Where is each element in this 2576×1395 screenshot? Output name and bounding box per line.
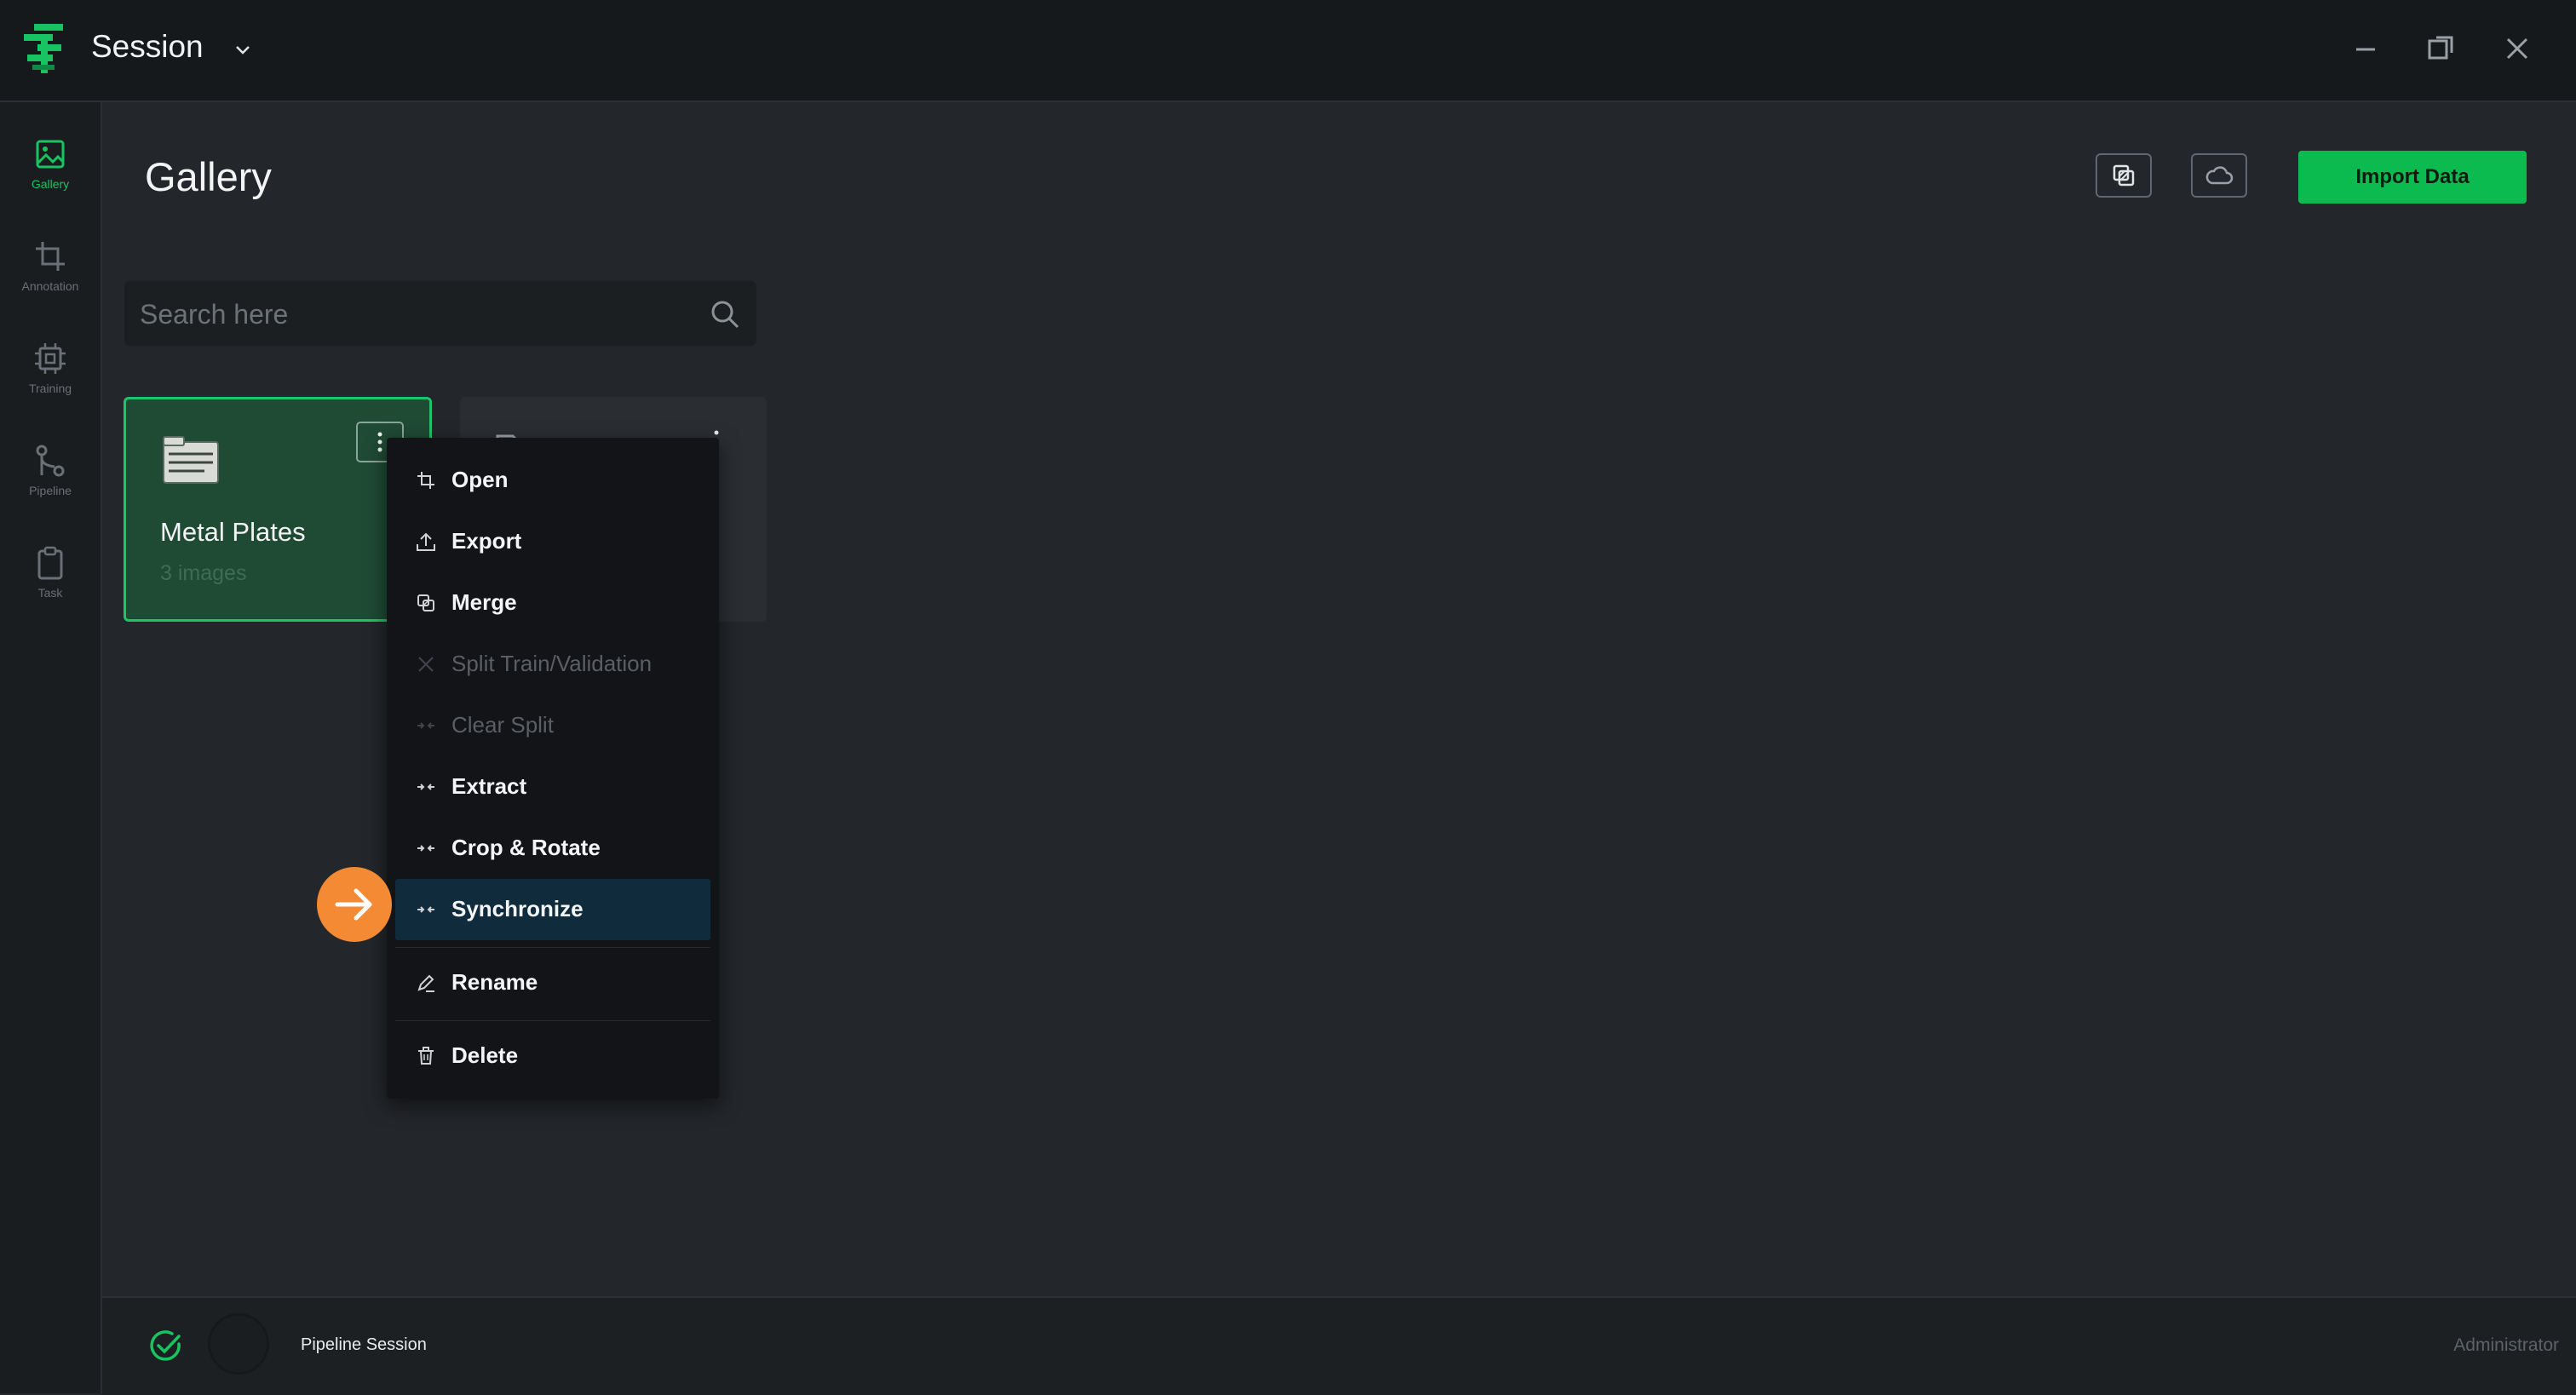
pointer-arrow-marker bbox=[317, 867, 392, 942]
arrow-right-icon bbox=[335, 888, 372, 921]
sidebar-item-label: Task bbox=[37, 586, 63, 600]
minimize-button[interactable] bbox=[2344, 27, 2387, 70]
progress-ring bbox=[208, 1313, 269, 1375]
menu-item-extract[interactable]: Extract bbox=[395, 756, 710, 818]
sidebar: Gallery Annotation Training Pipeline Tas… bbox=[0, 102, 102, 1393]
cloud-icon bbox=[2205, 166, 2234, 185]
user-role-label: Administrator bbox=[2453, 1335, 2559, 1355]
search-input[interactable] bbox=[138, 281, 687, 347]
sidebar-item-label: Annotation bbox=[21, 279, 79, 293]
more-vertical-icon bbox=[377, 432, 382, 452]
status-bar: Pipeline Session Administrator bbox=[102, 1296, 2576, 1395]
minimize-icon bbox=[2356, 48, 2375, 51]
sidebar-item-pipeline[interactable]: Pipeline bbox=[0, 419, 101, 513]
menu-item-label: Clear Split bbox=[451, 712, 554, 738]
merge-icon bbox=[2113, 164, 2135, 187]
compress-icon bbox=[417, 784, 434, 790]
menu-item-merge[interactable]: Merge bbox=[395, 572, 710, 634]
dataset-card[interactable]: Metal Plates 3 images bbox=[124, 397, 432, 622]
check-circle-icon bbox=[150, 1330, 181, 1361]
close-button[interactable] bbox=[2496, 27, 2539, 70]
menu-item-split-train-validation[interactable]: Split Train/Validation bbox=[395, 634, 710, 695]
sidebar-item-label: Gallery bbox=[31, 177, 70, 191]
title-bar: Session bbox=[0, 0, 2576, 102]
chevron-down-icon[interactable] bbox=[230, 37, 256, 63]
menu-item-label: Merge bbox=[451, 589, 517, 615]
menu-item-label: Rename bbox=[451, 969, 538, 995]
menu-item-label: Synchronize bbox=[451, 896, 584, 921]
sidebar-item-gallery[interactable]: Gallery bbox=[0, 112, 101, 206]
search-box bbox=[124, 281, 756, 347]
crop-icon bbox=[36, 242, 65, 271]
menu-item-label: Delete bbox=[451, 1042, 519, 1068]
sidebar-item-label: Training bbox=[28, 382, 72, 395]
split-icon bbox=[418, 657, 434, 672]
menu-divider bbox=[395, 1020, 710, 1021]
close-icon bbox=[2506, 37, 2528, 60]
sidebar-item-training[interactable]: Training bbox=[0, 317, 101, 410]
dataset-name: Metal Plates bbox=[160, 517, 306, 547]
dataset-image-count: 3 images bbox=[160, 561, 247, 585]
pipeline-session-label: Pipeline Session bbox=[301, 1335, 427, 1354]
cloud-button[interactable] bbox=[2191, 153, 2247, 198]
merge-icon bbox=[417, 594, 434, 611]
menu-item-label: Crop & Rotate bbox=[451, 835, 601, 860]
compress-icon bbox=[417, 845, 434, 852]
upload-icon bbox=[417, 532, 435, 551]
dataset-thumbnail-icon bbox=[163, 436, 219, 484]
image-icon bbox=[36, 140, 65, 169]
compress-icon bbox=[417, 722, 434, 729]
menu-item-clear-split[interactable]: Clear Split bbox=[395, 695, 710, 756]
sidebar-item-label: Pipeline bbox=[29, 484, 72, 497]
menu-item-export[interactable]: Export bbox=[395, 511, 710, 572]
app-logo-icon bbox=[24, 24, 63, 73]
session-title[interactable]: Session bbox=[91, 29, 204, 65]
chip-icon bbox=[35, 343, 66, 374]
menu-item-synchronize[interactable]: Synchronize bbox=[395, 879, 710, 940]
menu-item-label: Export bbox=[451, 528, 522, 554]
dataset-context-menu: Open Export Merge Split Train/Validation bbox=[387, 438, 719, 1099]
crop-icon bbox=[417, 472, 434, 489]
sidebar-item-annotation[interactable]: Annotation bbox=[0, 215, 101, 308]
sidebar-item-task[interactable]: Task bbox=[0, 521, 101, 615]
pencil-icon bbox=[417, 974, 434, 992]
compress-icon bbox=[417, 906, 434, 913]
search-icon[interactable] bbox=[709, 298, 741, 330]
menu-item-label: Extract bbox=[451, 773, 527, 799]
menu-item-crop-rotate[interactable]: Crop & Rotate bbox=[395, 818, 710, 879]
merge-view-button[interactable] bbox=[2096, 153, 2152, 198]
menu-item-rename[interactable]: Rename bbox=[395, 952, 710, 1013]
menu-item-open[interactable]: Open bbox=[395, 450, 710, 511]
page-title: Gallery bbox=[145, 154, 272, 199]
import-data-button[interactable]: Import Data bbox=[2298, 151, 2527, 204]
menu-divider bbox=[395, 947, 710, 948]
clipboard-icon bbox=[37, 546, 63, 580]
menu-item-label: Split Train/Validation bbox=[451, 651, 653, 676]
restore-button[interactable] bbox=[2421, 27, 2464, 70]
menu-item-delete[interactable]: Delete bbox=[395, 1025, 710, 1087]
git-branch-icon bbox=[36, 445, 65, 477]
menu-item-label: Open bbox=[451, 467, 509, 492]
trash-icon bbox=[418, 1047, 434, 1065]
restore-icon bbox=[2428, 36, 2453, 60]
